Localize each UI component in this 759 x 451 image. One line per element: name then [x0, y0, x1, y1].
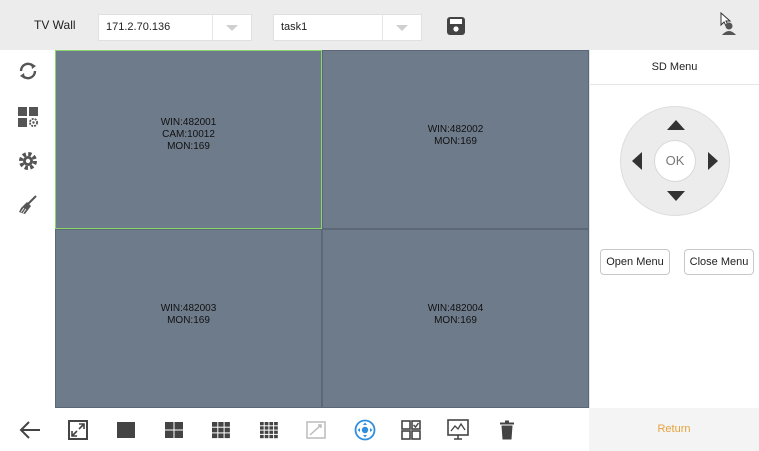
top-bar: TV Wall 171.2.70.136 task1 [0, 0, 759, 50]
chevron-down-icon[interactable] [212, 15, 251, 40]
task-select-value: task1 [281, 21, 308, 33]
arrow-down-icon[interactable] [667, 191, 685, 201]
save-icon[interactable] [446, 16, 466, 36]
window-cell-1[interactable]: WIN:482001 CAM:10012 MON:169 [55, 50, 322, 229]
refresh-icon[interactable] [17, 60, 39, 82]
device-select-value: 171.2.70.136 [106, 21, 171, 33]
delete-icon[interactable] [497, 420, 517, 440]
camera-id: CAM:10012 [162, 129, 215, 140]
clean-brush-icon[interactable] [17, 194, 39, 216]
monitor-id: MON:169 [434, 136, 477, 147]
sd-menu-title: SD Menu [590, 50, 759, 85]
ok-button[interactable]: OK [654, 140, 696, 182]
layout-1-icon[interactable] [116, 420, 136, 440]
window-cell-3[interactable]: WIN:482003 MON:169 [55, 229, 322, 408]
monitor-id: MON:169 [434, 315, 477, 326]
window-cell-2[interactable]: WIN:482002 MON:169 [322, 50, 589, 229]
layout-16-icon[interactable] [259, 420, 279, 440]
layout-4-icon[interactable] [164, 420, 184, 440]
custom-layout-icon[interactable] [306, 420, 326, 440]
arrow-left-icon[interactable] [632, 152, 642, 170]
open-menu-button[interactable]: Open Menu [600, 249, 670, 275]
sidebar [0, 50, 55, 408]
arrow-up-icon[interactable] [667, 120, 685, 130]
window-id: WIN:482002 [427, 124, 484, 135]
split-window-icon[interactable] [401, 420, 421, 440]
bottom-toolbar [0, 408, 589, 451]
return-button[interactable]: Return [589, 408, 759, 451]
page-title: TV Wall [34, 18, 76, 32]
task-select[interactable]: task1 [273, 14, 422, 41]
monitor-id: MON:169 [167, 141, 210, 152]
monitor-id: MON:169 [167, 315, 210, 326]
direction-pad: OK [620, 106, 730, 216]
device-select[interactable]: 171.2.70.136 [98, 14, 252, 41]
window-cell-4[interactable]: WIN:482004 MON:169 [322, 229, 589, 408]
gear-icon[interactable] [17, 150, 39, 172]
layout-9-icon[interactable] [211, 420, 231, 440]
user-icon[interactable] [718, 12, 738, 36]
ptz-control-icon[interactable] [354, 419, 376, 441]
video-wall-grid: WIN:482001 CAM:10012 MON:169 WIN:482002 … [55, 50, 589, 408]
back-arrow-icon[interactable] [18, 419, 42, 441]
close-menu-button[interactable]: Close Menu [684, 249, 754, 275]
monitor-icon[interactable] [447, 419, 469, 441]
fullscreen-icon[interactable] [68, 420, 88, 440]
window-id: WIN:482004 [427, 303, 484, 314]
arrow-right-icon[interactable] [708, 152, 718, 170]
chevron-down-icon[interactable] [382, 15, 421, 40]
window-id: WIN:482001 [160, 117, 217, 128]
window-id: WIN:482003 [160, 303, 217, 314]
layout-settings-icon[interactable] [17, 106, 39, 128]
sd-menu-panel: SD Menu OK Open Menu Close Menu [589, 50, 759, 408]
